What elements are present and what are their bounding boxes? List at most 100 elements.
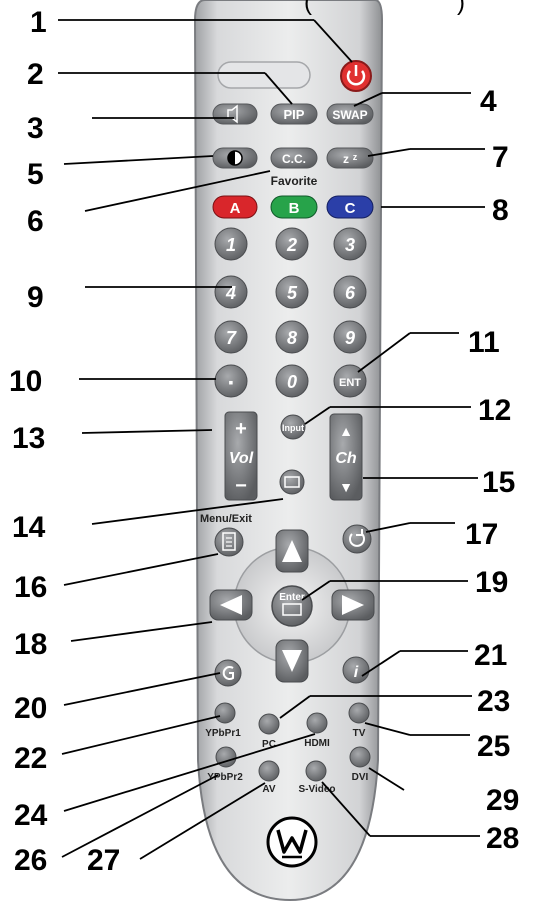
digit-3-button[interactable]: 3	[333, 227, 367, 261]
svg-text:z: z	[353, 152, 358, 162]
digit-9-button[interactable]: 9	[333, 320, 367, 354]
favorite-b-button[interactable]: B	[270, 195, 318, 219]
svg-text:3: 3	[345, 235, 355, 255]
digit-5-button[interactable]: 5	[275, 275, 309, 309]
pip-label: PIP	[284, 107, 305, 122]
pc-button[interactable]	[258, 713, 280, 735]
ypbpr1-label: YPbPr1	[205, 728, 241, 739]
ch-up-label: ▲	[339, 423, 353, 439]
favorite-c-button[interactable]: C	[326, 195, 374, 219]
menu-button[interactable]	[214, 527, 244, 557]
dpad-right-button[interactable]	[331, 589, 375, 621]
remote-svg: ( ) PIP SWAP C.C. z z Favorite A B C 1 2…	[9, 0, 519, 902]
svg-text:9: 9	[345, 328, 355, 348]
sleep-button[interactable]: z z	[326, 147, 374, 169]
callout-11: 11	[468, 326, 500, 359]
callout-17: 17	[465, 518, 498, 551]
remote-diagram: ( ) PIP SWAP C.C. z z Favorite A B C 1 2…	[0, 0, 543, 902]
callout-5: 5	[27, 158, 44, 191]
digit-7-button[interactable]: 7	[214, 320, 248, 354]
digit-1-button[interactable]: 1	[214, 227, 248, 261]
callout-20: 20	[14, 692, 47, 725]
callout-26: 26	[14, 844, 47, 877]
callout-6: 6	[27, 205, 44, 238]
callout-23: 23	[477, 685, 510, 718]
callout-15: 15	[482, 466, 515, 499]
a-label: A	[230, 200, 241, 217]
channel-rocker[interactable]: ▲ Ch ▼	[329, 413, 363, 501]
callout-10: 10	[9, 365, 42, 398]
svg-text:ENT: ENT	[339, 377, 361, 389]
callout-18: 18	[14, 628, 47, 661]
menu-exit-label: Menu/Exit	[200, 513, 252, 525]
ch-label: Ch	[335, 450, 357, 467]
picture-mode-button[interactable]	[212, 147, 258, 169]
callout-22: 22	[14, 742, 47, 775]
digit-6-button[interactable]: 6	[333, 275, 367, 309]
svideo-label: S-Video	[298, 784, 335, 795]
volume-rocker[interactable]: + Vol −	[224, 411, 258, 501]
mute-button[interactable]	[212, 103, 258, 125]
svg-text:1: 1	[226, 235, 236, 255]
pip-button[interactable]: PIP	[270, 103, 318, 125]
swap-button[interactable]: SWAP	[326, 103, 374, 125]
led-indicator	[217, 61, 311, 89]
ypbpr1-button[interactable]	[214, 702, 236, 724]
vol-plus-label: +	[235, 418, 247, 440]
info-button[interactable]: i	[342, 656, 370, 684]
dpad-up-button[interactable]	[275, 529, 309, 573]
dpad-down-button[interactable]	[275, 639, 309, 683]
enter-button[interactable]: Enter	[271, 585, 313, 627]
favorite-a-button[interactable]: A	[212, 195, 258, 219]
callout-9: 9	[27, 281, 44, 314]
av-button[interactable]	[258, 760, 280, 782]
callout-8: 8	[492, 194, 509, 227]
input-button[interactable]: Input	[280, 414, 306, 440]
callout-3: 3	[27, 112, 44, 145]
svideo-button[interactable]	[305, 760, 327, 782]
callout-19: 19	[475, 566, 508, 599]
av-label: AV	[262, 784, 275, 795]
svg-text:4: 4	[225, 283, 236, 303]
dot-button[interactable]: ▪	[214, 364, 248, 398]
hdmi-button[interactable]	[306, 712, 328, 734]
header-fragment-right: )	[457, 0, 465, 16]
power-button[interactable]	[340, 60, 372, 92]
callout-16: 16	[14, 571, 47, 604]
favorite-label: Favorite	[271, 174, 318, 188]
digit-2-button[interactable]: 2	[275, 227, 309, 261]
callout-2: 2	[27, 58, 44, 91]
callout-25: 25	[477, 730, 510, 763]
cc-label: C.C.	[282, 152, 306, 166]
callout-13: 13	[12, 422, 45, 455]
header-fragment: (	[304, 0, 312, 16]
info-icon: i	[354, 664, 359, 681]
callout-27: 27	[87, 844, 120, 877]
callout-12: 12	[478, 394, 511, 427]
hdmi-label: HDMI	[304, 738, 330, 749]
enter-label: Enter	[279, 592, 305, 603]
vol-minus-label: −	[235, 475, 247, 497]
tv-button[interactable]	[348, 702, 370, 724]
cc-button[interactable]: C.C.	[270, 147, 318, 169]
dvi-button[interactable]	[349, 746, 371, 768]
brand-logo	[266, 816, 318, 868]
digit-8-button[interactable]: 8	[275, 320, 309, 354]
c-label: C	[345, 200, 356, 217]
callout-21: 21	[474, 639, 507, 672]
callout-1: 1	[30, 6, 47, 39]
input-label: Input	[282, 423, 304, 433]
return-button[interactable]	[342, 524, 372, 554]
sleep-label: z	[343, 152, 349, 166]
aspect-button[interactable]	[279, 469, 305, 495]
dvi-label: DVI	[352, 772, 369, 783]
tv-label: TV	[353, 728, 366, 739]
digit-4-button[interactable]: 4	[214, 275, 248, 309]
dpad-left-button[interactable]	[209, 589, 253, 621]
svg-text:8: 8	[287, 328, 297, 348]
callout-29: 29	[486, 784, 519, 817]
callout-14: 14	[12, 511, 46, 544]
svg-text:7: 7	[226, 328, 237, 348]
digit-0-button[interactable]: 0	[275, 364, 309, 398]
vol-label: Vol	[229, 450, 254, 467]
